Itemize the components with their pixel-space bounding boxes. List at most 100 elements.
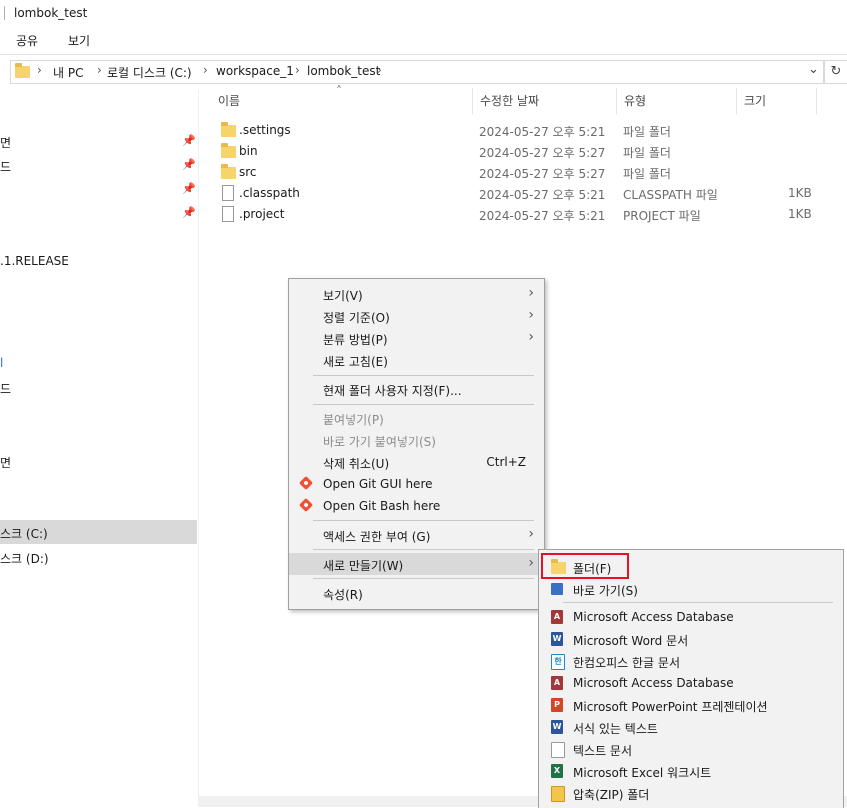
menu-separator bbox=[313, 549, 534, 550]
menu-item-customize-folder[interactable]: 현재 폴더 사용자 지정(F)... bbox=[289, 378, 544, 400]
submenu-item-shortcut[interactable]: 바로 가기(S) bbox=[539, 578, 843, 600]
menu-item-refresh[interactable]: 새로 고침(E) bbox=[289, 349, 544, 371]
menu-item-paste-shortcut: 바로 가기 붙여넣기(S) bbox=[323, 435, 436, 449]
address-bar[interactable]: › 내 PC › 로컬 디스크 (C:) › workspace_1 › lom… bbox=[10, 60, 824, 84]
pin-icon: 📌 bbox=[182, 134, 196, 147]
menu-item-git-bash[interactable]: Open Git Bash here bbox=[289, 495, 544, 517]
submenu-item-zip[interactable]: 압축(ZIP) 폴더 bbox=[539, 782, 843, 804]
ribbon-tab-share[interactable]: 공유 bbox=[16, 32, 38, 49]
new-submenu: 폴더(F) 바로 가기(S) A Microsoft Access Databa… bbox=[538, 549, 844, 808]
navigation-pane: 면 📌 드 📌 📌 📌 .1.RELEASE l 드 면 스크 (C:) 스크 … bbox=[0, 90, 199, 807]
chevron-right-icon: › bbox=[528, 285, 534, 301]
title-separator bbox=[4, 6, 5, 20]
nav-item[interactable]: 드 bbox=[0, 380, 11, 397]
column-header-type[interactable]: 유형 bbox=[624, 92, 646, 109]
highlight-box bbox=[541, 553, 629, 579]
breadcrumb-separator: › bbox=[295, 63, 300, 77]
column-divider[interactable] bbox=[616, 88, 617, 114]
breadcrumb-this-pc[interactable]: 내 PC bbox=[53, 64, 83, 81]
excel-icon: X bbox=[551, 764, 563, 778]
menu-item-give-access[interactable]: 액세스 권한 부여 (G) › bbox=[289, 524, 544, 546]
file-row[interactable]: .classpath 2024-05-27 오후 5:21 CLASSPATH … bbox=[214, 183, 824, 204]
folder-icon bbox=[15, 63, 30, 78]
submenu-item-access-db-2[interactable]: A Microsoft Access Database bbox=[539, 672, 843, 694]
access-icon: A bbox=[551, 610, 563, 624]
sort-ascending-icon: ˄ bbox=[336, 84, 342, 98]
nav-item[interactable]: l bbox=[0, 356, 3, 370]
shortcut-label: Ctrl+Z bbox=[486, 455, 526, 469]
menu-item-undo-delete[interactable]: 삭제 취소(U) Ctrl+Z bbox=[289, 451, 544, 473]
submenu-item-excel[interactable]: X Microsoft Excel 워크시트 bbox=[539, 760, 843, 782]
chevron-right-icon: › bbox=[528, 307, 534, 323]
file-row[interactable]: bin 2024-05-27 오후 5:27 파일 폴더 bbox=[214, 141, 824, 162]
folder-icon bbox=[221, 164, 236, 179]
menu-item-properties[interactable]: 속성(R) bbox=[289, 582, 544, 604]
submenu-item-text-doc[interactable]: 텍스트 문서 bbox=[539, 738, 843, 760]
breadcrumb-local-disk-c[interactable]: 로컬 디스크 (C:) bbox=[107, 64, 192, 81]
file-icon bbox=[222, 206, 234, 222]
zip-icon bbox=[551, 786, 565, 802]
breadcrumb-separator: › bbox=[203, 63, 208, 77]
pin-icon: 📌 bbox=[182, 206, 196, 219]
pin-icon: 📌 bbox=[182, 158, 196, 171]
hwp-icon: 한 bbox=[551, 654, 565, 670]
pin-icon: 📌 bbox=[182, 182, 196, 195]
chevron-right-icon: › bbox=[528, 329, 534, 345]
column-divider[interactable] bbox=[736, 88, 737, 114]
menu-item-sort[interactable]: 정렬 기준(O) › bbox=[289, 305, 544, 327]
title-bar: lombok_test bbox=[0, 0, 847, 26]
address-dropdown-icon[interactable]: ⌄ bbox=[808, 62, 819, 77]
submenu-item-access-db[interactable]: A Microsoft Access Database bbox=[539, 606, 843, 628]
column-header-size[interactable]: 크기 bbox=[744, 92, 766, 109]
breadcrumb-separator: › bbox=[377, 63, 382, 77]
menu-item-group[interactable]: 분류 방법(P) › bbox=[289, 327, 544, 349]
nav-item[interactable]: 면 bbox=[0, 454, 11, 471]
breadcrumb-lombok-test[interactable]: lombok_test bbox=[307, 64, 380, 78]
submenu-item-rich-text[interactable]: W 서식 있는 텍스트 bbox=[539, 716, 843, 738]
menu-separator bbox=[313, 404, 534, 405]
powerpoint-icon: P bbox=[551, 698, 563, 712]
context-menu: 보기(V) › 정렬 기준(O) › 분류 방법(P) › 새로 고침(E) 현재 폴… bbox=[288, 278, 545, 610]
chevron-right-icon: › bbox=[528, 526, 534, 542]
chevron-right-icon: › bbox=[528, 555, 534, 571]
menu-item-new[interactable]: 새로 만들기(W) › bbox=[289, 553, 544, 575]
breadcrumb-separator: › bbox=[97, 63, 102, 77]
menu-item-git-gui[interactable]: Open Git GUI here bbox=[289, 473, 544, 495]
submenu-item-powerpoint[interactable]: P Microsoft PowerPoint 프레젠테이션 bbox=[539, 694, 843, 716]
file-row[interactable]: .project 2024-05-27 오후 5:21 PROJECT 파일 1… bbox=[214, 204, 824, 225]
menu-item-paste: 붙여넣기(P) bbox=[323, 413, 384, 427]
column-divider[interactable] bbox=[472, 88, 473, 114]
nav-item[interactable]: .1.RELEASE bbox=[0, 254, 69, 268]
folder-icon bbox=[221, 122, 236, 137]
nav-item-local-disk-c[interactable]: 스크 (C:) bbox=[0, 520, 197, 544]
menu-separator bbox=[563, 602, 833, 603]
text-doc-icon bbox=[551, 742, 565, 758]
menu-separator bbox=[313, 375, 534, 376]
refresh-icon[interactable]: ↻ bbox=[824, 60, 847, 84]
submenu-item-word[interactable]: W Microsoft Word 문서 bbox=[539, 628, 843, 650]
access-icon: A bbox=[551, 676, 563, 690]
nav-item-local-disk-d[interactable]: 스크 (D:) bbox=[0, 550, 49, 567]
nav-item[interactable]: 드 bbox=[0, 158, 11, 175]
window-title: lombok_test bbox=[14, 6, 88, 20]
file-row[interactable]: .settings 2024-05-27 오후 5:21 파일 폴더 bbox=[214, 120, 824, 141]
column-header-date[interactable]: 수정한 날짜 bbox=[480, 92, 539, 109]
column-divider[interactable] bbox=[816, 88, 817, 114]
submenu-item-hwp[interactable]: 한 한컴오피스 한글 문서 bbox=[539, 650, 843, 672]
column-header-name[interactable]: 이름 bbox=[218, 92, 240, 109]
git-icon bbox=[298, 497, 314, 513]
nav-item[interactable]: 면 bbox=[0, 134, 11, 151]
menu-item-view[interactable]: 보기(V) › bbox=[289, 283, 544, 305]
ribbon-tab-view[interactable]: 보기 bbox=[68, 32, 90, 49]
breadcrumb-separator: › bbox=[37, 63, 42, 77]
breadcrumb-workspace[interactable]: workspace_1 bbox=[216, 64, 294, 78]
word-icon: W bbox=[551, 632, 563, 646]
menu-separator bbox=[313, 578, 534, 579]
folder-icon bbox=[221, 143, 236, 158]
rtf-icon: W bbox=[551, 720, 563, 734]
file-row[interactable]: src 2024-05-27 오후 5:27 파일 폴더 bbox=[214, 162, 824, 183]
menu-separator bbox=[313, 520, 534, 521]
file-icon bbox=[222, 185, 234, 201]
ribbon: 공유 보기 bbox=[0, 26, 847, 55]
git-icon bbox=[298, 475, 314, 491]
